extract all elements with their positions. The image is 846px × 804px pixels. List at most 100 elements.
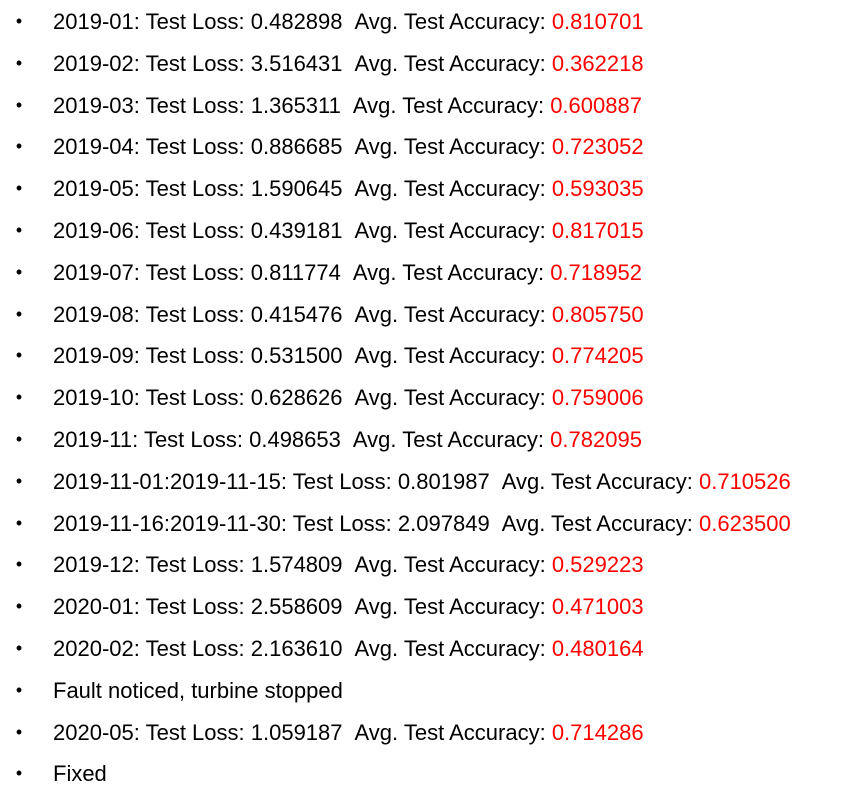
note-text: Fixed [53, 761, 107, 787]
period-label: 2020-02: [53, 635, 140, 661]
loss-value: 0.498653 [249, 426, 341, 452]
list-item-text: 2019-07: Test Loss: 0.811774 Avg. Test Ac… [53, 252, 642, 294]
loss-label: Test Loss: [145, 259, 245, 285]
accuracy-value: 0.710526 [698, 468, 791, 494]
accuracy-label: Avg. Test Accuracy: [354, 9, 546, 34]
loss-value: 1.365311 [250, 92, 341, 118]
period-label: 2019-08: [53, 301, 140, 327]
bullet-icon: • [15, 52, 23, 73]
accuracy-label: Avg. Test Accuracy: [354, 635, 546, 661]
loss-label: Test Loss: [145, 9, 245, 34]
list-item: • Fixed [0, 753, 846, 795]
accuracy-label: Avg. Test Accuracy: [354, 50, 546, 76]
list-item-text: 2019-01: Test Loss: 0.482898 Avg. Test Ac… [53, 1, 644, 43]
bullet-icon: • [15, 136, 23, 157]
list-item-text: 2020-05: Test Loss: 1.059187 Avg. Test Ac… [53, 712, 644, 754]
bullet-icon: • [15, 303, 23, 324]
bullet-icon: • [15, 11, 23, 31]
period-label: 2019-07: [53, 259, 140, 285]
list-item-text: 2019-11-01:2019-11-15: Test Loss: 0.8019… [53, 461, 791, 503]
list-item: • 2019-12: Test Loss: 1.574809 Avg. Test A… [0, 544, 846, 586]
list-item: • Fault noticed, turbine stopped [0, 670, 846, 712]
accuracy-value: 0.723052 [551, 134, 644, 160]
loss-value: 2.097849 [397, 510, 490, 536]
loss-label: Test Loss: [145, 176, 245, 202]
period-label: 2019-12: [53, 552, 140, 578]
loss-value: 1.059187 [250, 719, 343, 745]
bullet-icon: • [15, 261, 23, 282]
accuracy-label: Avg. Test Accuracy: [354, 134, 546, 160]
accuracy-value: 0.805750 [551, 301, 644, 327]
period-label: 2020-01: [53, 594, 140, 620]
bullet-icon: • [15, 94, 23, 115]
list-item-text: 2019-09: Test Loss: 0.531500 Avg. Test Ac… [53, 335, 644, 377]
accuracy-value: 0.471003 [551, 594, 644, 620]
loss-value: 0.415476 [250, 301, 343, 327]
loss-value: 1.590645 [250, 176, 343, 202]
bullet-icon: • [15, 596, 23, 617]
loss-value: 3.516431 [250, 50, 343, 76]
loss-label: Test Loss: [145, 635, 245, 661]
bullet-icon: • [15, 428, 23, 449]
loss-label: Test Loss: [292, 468, 392, 494]
bullet-icon: • [15, 470, 23, 491]
loss-label: Test Loss: [145, 343, 245, 369]
loss-value: 2.558609 [250, 594, 343, 620]
accuracy-label: Avg. Test Accuracy: [354, 301, 546, 327]
loss-label: Test Loss: [145, 719, 245, 745]
accuracy-value: 0.623500 [698, 510, 791, 536]
loss-label: Test Loss: [145, 92, 245, 118]
accuracy-value: 0.529223 [551, 552, 644, 578]
accuracy-value: 0.362218 [551, 50, 644, 76]
loss-value: 2.163610 [250, 635, 343, 661]
loss-value: 0.531500 [250, 343, 343, 369]
list-item-text: 2019-11-16:2019-11-30: Test Loss: 2.0978… [53, 503, 791, 545]
period-label: 2019-01: [53, 9, 140, 34]
loss-value: 1.574809 [250, 552, 343, 578]
accuracy-label: Avg. Test Accuracy: [354, 552, 546, 578]
list-item-text: 2019-06: Test Loss: 0.439181 Avg. Test Ac… [53, 210, 644, 252]
list-item: • 2019-10: Test Loss: 0.628626 Avg. Test A… [0, 377, 846, 419]
bullet-icon: • [15, 554, 23, 575]
list-item: • 2019-11-01:2019-11-15: Test Loss: 0.801… [0, 461, 846, 503]
loss-value: 0.886685 [250, 134, 343, 160]
list-item: • 2019-09: Test Loss: 0.531500 Avg. Test A… [0, 335, 846, 377]
list-item: • 2019-08: Test Loss: 0.415476 Avg. Test A… [0, 294, 846, 336]
accuracy-value: 0.714286 [551, 719, 644, 745]
loss-value: 0.482898 [250, 9, 343, 34]
list-item-text: 2019-10: Test Loss: 0.628626 Avg. Test Ac… [53, 377, 644, 419]
bullet-icon: • [15, 721, 23, 742]
loss-label: Test Loss: [292, 510, 392, 536]
loss-value: 0.628626 [250, 385, 343, 411]
list-item: • 2020-01: Test Loss: 2.558609 Avg. Test A… [0, 586, 846, 628]
list-item: • 2019-02: Test Loss: 3.516431 Avg. Test A… [0, 43, 846, 85]
bullet-icon: • [15, 763, 23, 784]
list-item: • 2019-11-16:2019-11-30: Test Loss: 2.097… [0, 503, 846, 545]
accuracy-label: Avg. Test Accuracy: [354, 385, 546, 411]
list-item-text: 2019-12: Test Loss: 1.574809 Avg. Test Ac… [53, 544, 644, 586]
list-item: • 2019-11: Test Loss: 0.498653 Avg. Test A… [0, 419, 846, 461]
list-item-text: 2020-01: Test Loss: 2.558609 Avg. Test Ac… [53, 586, 644, 628]
period-label: 2019-06: [53, 217, 140, 243]
period-label: 2019-05: [53, 176, 140, 202]
period-label: 2019-04: [53, 134, 140, 160]
results-list: • 2019-01: Test Loss: 0.482898 Avg. Test A… [0, 1, 846, 795]
list-item: • 2019-04: Test Loss: 0.886685 Avg. Test A… [0, 126, 846, 168]
period-label: 2019-02: [53, 50, 140, 76]
accuracy-label: Avg. Test Accuracy: [354, 176, 546, 202]
loss-label: Test Loss: [145, 301, 245, 327]
list-item-text: 2019-05: Test Loss: 1.590645 Avg. Test Ac… [53, 168, 644, 210]
period-label: 2019-11-01:2019-11-15: [53, 468, 288, 494]
accuracy-value: 0.810701 [551, 9, 644, 34]
accuracy-value: 0.759006 [551, 385, 644, 411]
bullet-icon: • [15, 178, 23, 199]
accuracy-value: 0.593035 [551, 176, 644, 202]
period-label: 2019-03: [53, 92, 140, 118]
accuracy-value: 0.817015 [551, 217, 644, 243]
loss-value: 0.439181 [250, 217, 343, 243]
accuracy-label: Avg. Test Accuracy: [354, 217, 546, 243]
list-item: • 2020-02: Test Loss: 2.163610 Avg. Test A… [0, 628, 846, 670]
bullet-icon: • [15, 512, 23, 533]
loss-label: Test Loss: [145, 552, 245, 578]
accuracy-label: Avg. Test Accuracy: [354, 719, 546, 745]
